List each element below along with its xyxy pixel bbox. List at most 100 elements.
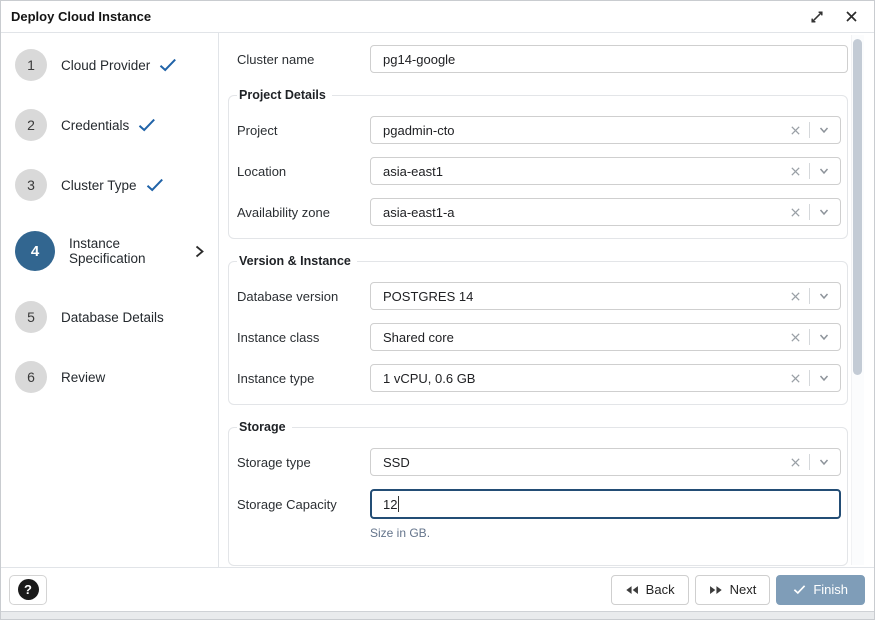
instance-specification-form: Cluster name Project Details Project pga… xyxy=(219,33,874,567)
dialog-title: Deploy Cloud Instance xyxy=(11,9,792,24)
wizard-step-database-details[interactable]: 5 Database Details xyxy=(1,287,218,347)
finish-button[interactable]: Finish xyxy=(776,575,865,605)
location-select[interactable]: asia-east1 xyxy=(370,157,841,185)
help-icon: ? xyxy=(18,579,39,600)
project-details-title: Project Details xyxy=(237,88,332,102)
clear-icon[interactable] xyxy=(790,166,801,177)
select-divider xyxy=(809,329,810,345)
help-button[interactable]: ? xyxy=(9,575,47,605)
location-label: Location xyxy=(237,164,370,179)
cluster-name-input[interactable] xyxy=(370,45,848,73)
availability-zone-select[interactable]: asia-east1-a xyxy=(370,198,841,226)
next-button[interactable]: Next xyxy=(695,575,771,605)
chevron-down-icon[interactable] xyxy=(818,372,830,384)
storage-capacity-row: Storage Capacity 12 xyxy=(237,489,841,519)
chevron-down-icon[interactable] xyxy=(818,290,830,302)
availability-zone-label: Availability zone xyxy=(237,205,370,220)
text-caret xyxy=(398,496,399,512)
select-adornments xyxy=(790,204,830,220)
double-arrow-right-icon xyxy=(709,585,723,595)
wizard-step-review[interactable]: 6 Review xyxy=(1,347,218,407)
step-number-badge: 5 xyxy=(15,301,47,333)
scrollbar-thumb[interactable] xyxy=(853,39,862,375)
step-number-badge: 4 xyxy=(15,231,55,271)
step-label: Database Details xyxy=(61,310,164,325)
back-button[interactable]: Back xyxy=(611,575,689,605)
database-version-label: Database version xyxy=(237,289,370,304)
project-details-section: Project Details Project pgadmin-cto xyxy=(228,88,848,239)
storage-capacity-value: 12 xyxy=(383,497,397,512)
project-row: Project pgadmin-cto xyxy=(237,116,841,144)
clear-icon[interactable] xyxy=(790,332,801,343)
chevron-down-icon[interactable] xyxy=(818,456,830,468)
select-divider xyxy=(809,122,810,138)
step-label: Cloud Provider xyxy=(61,58,150,73)
wizard-step-cloud-provider[interactable]: 1 Cloud Provider xyxy=(1,35,218,95)
cluster-name-label: Cluster name xyxy=(237,52,370,67)
wizard-step-cluster-type[interactable]: 3 Cluster Type xyxy=(1,155,218,215)
location-select-value: asia-east1 xyxy=(383,164,790,179)
next-button-label: Next xyxy=(730,582,757,597)
chevron-down-icon[interactable] xyxy=(818,165,830,177)
step-number-badge: 6 xyxy=(15,361,47,393)
version-instance-title: Version & Instance xyxy=(237,254,357,268)
select-adornments xyxy=(790,163,830,179)
clear-icon[interactable] xyxy=(790,291,801,302)
database-version-row: Database version POSTGRES 14 xyxy=(237,282,841,310)
instance-class-select-value: Shared core xyxy=(383,330,790,345)
step-number-badge: 1 xyxy=(15,49,47,81)
dialog-titlebar[interactable]: Deploy Cloud Instance xyxy=(1,1,874,33)
select-adornments xyxy=(790,370,830,386)
wizard-step-instance-specification[interactable]: 4 Instance Specification xyxy=(1,215,218,287)
close-icon[interactable] xyxy=(842,8,860,26)
storage-title: Storage xyxy=(237,420,292,434)
wizard-step-credentials[interactable]: 2 Credentials xyxy=(1,95,218,155)
clear-icon[interactable] xyxy=(790,373,801,384)
instance-type-label: Instance type xyxy=(237,371,370,386)
instance-class-label: Instance class xyxy=(237,330,370,345)
storage-type-row: Storage type SSD xyxy=(237,448,841,476)
select-adornments xyxy=(790,329,830,345)
deploy-cloud-instance-dialog: Deploy Cloud Instance 1 Cloud Provider 2… xyxy=(0,0,875,620)
database-version-select[interactable]: POSTGRES 14 xyxy=(370,282,841,310)
select-adornments xyxy=(790,454,830,470)
chevron-down-icon[interactable] xyxy=(818,124,830,136)
dialog-footer: ? Back Next Finish xyxy=(1,567,874,611)
cluster-name-row: Cluster name xyxy=(228,45,848,73)
availability-zone-row: Availability zone asia-east1-a xyxy=(237,198,841,226)
step-label: Review xyxy=(61,370,105,385)
project-select[interactable]: pgadmin-cto xyxy=(370,116,841,144)
clear-icon[interactable] xyxy=(790,207,801,218)
storage-capacity-help: Size in GB. xyxy=(370,525,430,540)
instance-type-select-value: 1 vCPU, 0.6 GB xyxy=(383,371,790,386)
select-adornments xyxy=(790,122,830,138)
storage-capacity-help-row: Size in GB. xyxy=(237,525,841,540)
instance-type-row: Instance type 1 vCPU, 0.6 GB xyxy=(237,364,841,392)
project-select-value: pgadmin-cto xyxy=(383,123,790,138)
double-arrow-left-icon xyxy=(625,585,639,595)
step-label: Cluster Type xyxy=(61,178,137,193)
dialog-body: 1 Cloud Provider 2 Credentials 3 Cluster… xyxy=(1,33,874,567)
select-divider xyxy=(809,454,810,470)
storage-type-select-value: SSD xyxy=(383,455,790,470)
chevron-down-icon[interactable] xyxy=(818,331,830,343)
storage-capacity-input[interactable]: 12 xyxy=(370,489,841,519)
expand-icon[interactable] xyxy=(808,8,826,26)
storage-type-select[interactable]: SSD xyxy=(370,448,841,476)
step-number-badge: 2 xyxy=(15,109,47,141)
project-label: Project xyxy=(237,123,370,138)
instance-type-select[interactable]: 1 vCPU, 0.6 GB xyxy=(370,364,841,392)
back-button-label: Back xyxy=(646,582,675,597)
chevron-down-icon[interactable] xyxy=(818,206,830,218)
availability-zone-select-value: asia-east1-a xyxy=(383,205,790,220)
select-divider xyxy=(809,288,810,304)
database-version-select-value: POSTGRES 14 xyxy=(383,289,790,304)
check-icon xyxy=(146,178,164,192)
location-row: Location asia-east1 xyxy=(237,157,841,185)
clear-icon[interactable] xyxy=(790,125,801,136)
instance-class-select[interactable]: Shared core xyxy=(370,323,841,351)
version-instance-section: Version & Instance Database version POST… xyxy=(228,254,848,405)
clear-icon[interactable] xyxy=(790,457,801,468)
check-icon xyxy=(159,58,177,72)
instance-class-row: Instance class Shared core xyxy=(237,323,841,351)
